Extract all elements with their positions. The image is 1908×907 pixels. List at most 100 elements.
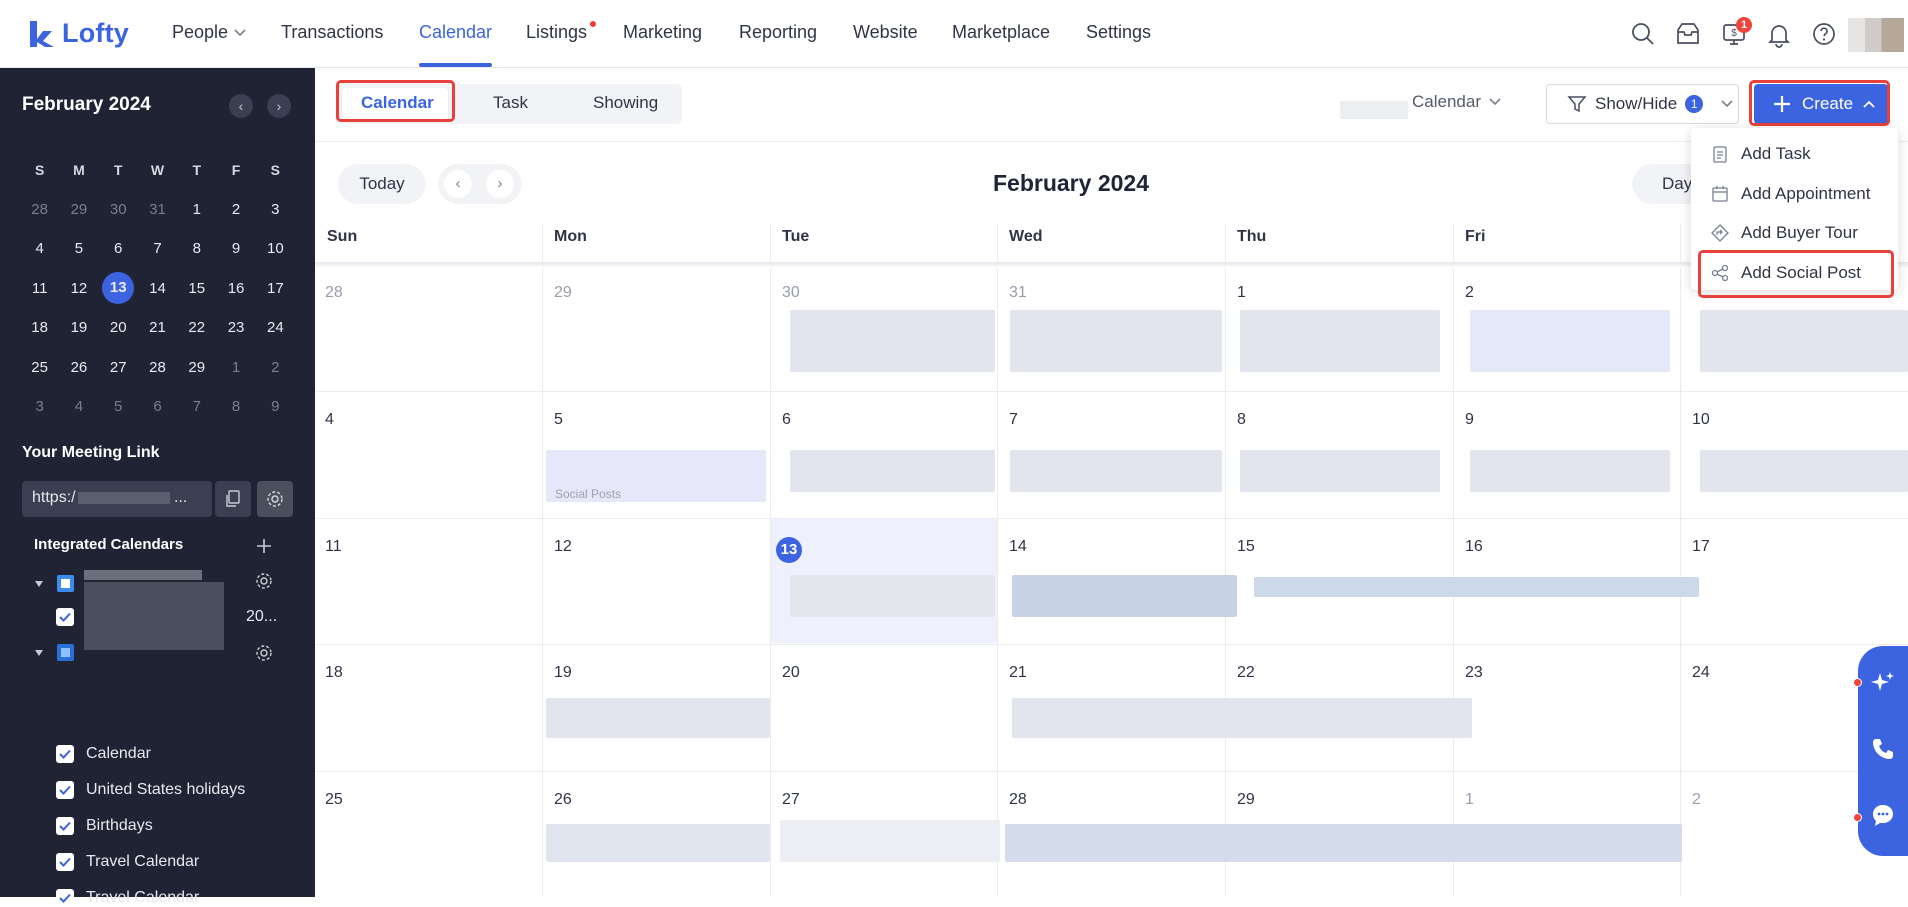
mini-day[interactable]: 7: [177, 398, 216, 415]
date-number[interactable]: 26: [554, 791, 572, 809]
today-button[interactable]: Today: [338, 164, 426, 204]
mini-day[interactable]: 28: [20, 201, 59, 218]
add-calendar-icon[interactable]: [255, 537, 273, 555]
nav-settings[interactable]: Settings: [1086, 22, 1151, 43]
date-number[interactable]: 28: [325, 284, 343, 302]
mini-day[interactable]: 19: [59, 319, 98, 336]
mini-day[interactable]: 29: [177, 359, 216, 376]
chevron-down-icon[interactable]: [234, 29, 246, 37]
date-number[interactable]: 11: [325, 538, 342, 556]
tab-task[interactable]: Task: [493, 93, 528, 113]
calendar-event[interactable]: [1467, 824, 1682, 862]
mini-day[interactable]: 1: [177, 201, 216, 218]
nav-calendar[interactable]: Calendar: [419, 22, 492, 43]
date-number[interactable]: 29: [1237, 791, 1255, 809]
gear-icon[interactable]: [255, 572, 273, 590]
mini-day[interactable]: 28: [138, 359, 177, 376]
today-date[interactable]: 13: [776, 537, 802, 563]
date-number[interactable]: 31: [1009, 284, 1027, 302]
date-number[interactable]: 2: [1465, 284, 1474, 302]
mini-day[interactable]: 3: [20, 398, 59, 415]
inbox-icon[interactable]: [1674, 20, 1702, 48]
calendar-checkbox[interactable]: [56, 781, 74, 799]
calendar-list-item[interactable]: Travel Calendar: [56, 853, 199, 871]
mini-day[interactable]: 6: [99, 240, 138, 257]
calendar-event[interactable]: [1010, 450, 1222, 492]
date-number[interactable]: 2: [1692, 791, 1701, 809]
mini-day[interactable]: 15: [177, 280, 216, 297]
calendar-event[interactable]: [790, 310, 995, 372]
nav-website[interactable]: Website: [853, 22, 918, 43]
calendar-checkbox[interactable]: [56, 745, 74, 763]
calendar-event[interactable]: [1240, 310, 1440, 372]
date-number[interactable]: 23: [1465, 664, 1483, 682]
date-number[interactable]: 10: [1692, 411, 1710, 429]
date-number[interactable]: 24: [1692, 664, 1710, 682]
mini-day[interactable]: 22: [177, 319, 216, 336]
mini-day[interactable]: 5: [99, 398, 138, 415]
mini-day[interactable]: 31: [138, 201, 177, 218]
mini-day[interactable]: 27: [99, 359, 138, 376]
mini-day[interactable]: 30: [99, 201, 138, 218]
help-icon[interactable]: [1810, 20, 1838, 48]
date-number[interactable]: 21: [1009, 664, 1027, 682]
calendar-event[interactable]: [546, 824, 770, 862]
mini-day[interactable]: 21: [138, 319, 177, 336]
mini-day[interactable]: 5: [59, 240, 98, 257]
calendar-event[interactable]: [790, 575, 995, 617]
date-number[interactable]: 6: [782, 411, 791, 429]
date-number[interactable]: 5: [554, 411, 563, 429]
calendar-list-item[interactable]: Travel Calendar: [56, 889, 199, 907]
calendar-event[interactable]: [1012, 698, 1472, 738]
gear-icon[interactable]: [255, 644, 273, 662]
mini-day[interactable]: 6: [138, 398, 177, 415]
calendar-event[interactable]: [1010, 310, 1222, 372]
mini-day[interactable]: 1: [216, 359, 255, 376]
mini-day[interactable]: 18: [20, 319, 59, 336]
lofty-logo[interactable]: Lofty: [28, 18, 129, 49]
calendar-event[interactable]: [1012, 575, 1237, 617]
mini-day[interactable]: 14: [138, 280, 177, 297]
calendar-event[interactable]: [1700, 310, 1908, 372]
calendar-event[interactable]: [1005, 824, 1472, 862]
mini-day[interactable]: 9: [216, 240, 255, 257]
date-number[interactable]: 20: [782, 664, 800, 682]
mini-day[interactable]: 2: [216, 201, 255, 218]
date-number[interactable]: 12: [554, 538, 572, 556]
date-number[interactable]: 7: [1009, 411, 1018, 429]
search-icon[interactable]: [1629, 20, 1657, 48]
calendar-list-item[interactable]: United States holidays: [56, 781, 245, 799]
calendar-event[interactable]: [1700, 450, 1908, 492]
nav-listings[interactable]: Listings: [526, 22, 587, 43]
calendar-select[interactable]: Calendar: [1412, 92, 1501, 112]
mini-day[interactable]: 26: [59, 359, 98, 376]
calendar-list-item[interactable]: Calendar: [56, 745, 151, 763]
date-number[interactable]: 27: [782, 791, 800, 809]
date-number[interactable]: 22: [1237, 664, 1255, 682]
mini-day[interactable]: 2: [256, 359, 295, 376]
mini-day[interactable]: 8: [177, 240, 216, 257]
tab-showing[interactable]: Showing: [593, 93, 658, 113]
calendar-event[interactable]: [546, 698, 770, 738]
bell-icon[interactable]: [1765, 20, 1793, 48]
calendar-checkbox[interactable]: [56, 889, 74, 907]
mini-next-button[interactable]: ›: [267, 94, 291, 118]
date-number[interactable]: 14: [1009, 538, 1027, 556]
date-number[interactable]: 30: [782, 284, 800, 302]
calendar-checkbox[interactable]: [56, 817, 74, 835]
mini-day[interactable]: 10: [256, 240, 295, 257]
nav-marketplace[interactable]: Marketplace: [952, 22, 1050, 43]
date-number[interactable]: 18: [325, 664, 343, 682]
mini-day[interactable]: 9: [256, 398, 295, 415]
nav-reporting[interactable]: Reporting: [739, 22, 817, 43]
date-number[interactable]: 15: [1237, 538, 1255, 556]
mini-day[interactable]: 20: [99, 319, 138, 336]
date-number[interactable]: 16: [1465, 538, 1483, 556]
mini-day[interactable]: 4: [59, 398, 98, 415]
link-settings-button[interactable]: [257, 481, 293, 517]
mini-prev-button[interactable]: ‹: [229, 94, 253, 118]
calendar-event[interactable]: [1254, 577, 1699, 597]
mini-day[interactable]: 4: [20, 240, 59, 257]
mini-day[interactable]: 17: [256, 280, 295, 297]
calendar-event[interactable]: [780, 820, 1000, 862]
